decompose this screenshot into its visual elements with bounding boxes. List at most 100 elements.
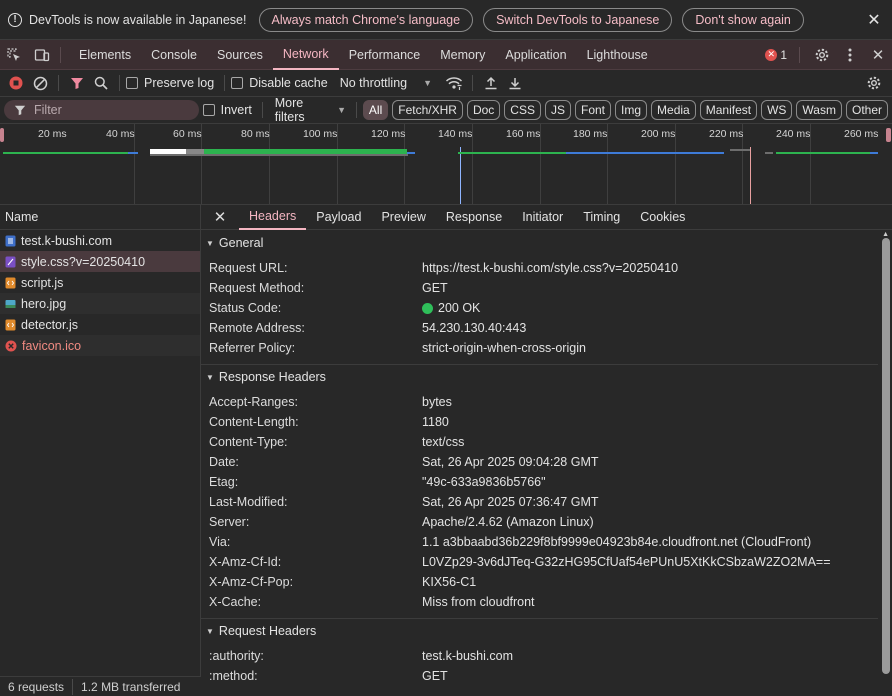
header-value: Sat, 26 Apr 2025 07:36:47 GMT [422, 495, 599, 509]
header-value: GET [422, 669, 448, 683]
type-filter-font[interactable]: Font [575, 100, 612, 120]
tab-performance[interactable]: Performance [339, 40, 431, 70]
header-row: Date: Sat, 26 Apr 2025 09:04:28 GMT [201, 452, 878, 472]
response-headers-section: ▼ Response Headers Accept-Ranges: bytes C… [201, 365, 878, 619]
section-title: Response Headers [218, 370, 326, 384]
toolbar-divider [224, 75, 226, 91]
more-options-icon[interactable] [836, 40, 864, 70]
scroll-up-arrow-icon[interactable]: ▲ [882, 231, 889, 238]
disable-cache-checkbox[interactable]: Disable cache [231, 76, 328, 90]
header-row: :authority: test.k-bushi.com [201, 646, 878, 666]
type-filter-wasm[interactable]: Wasm [796, 100, 842, 120]
tab-cookies[interactable]: Cookies [630, 204, 695, 230]
headers-content: ▼ General Request URL: https://test.k-bus… [201, 231, 878, 696]
request-row[interactable]: favicon.ico [0, 335, 200, 356]
type-filter-manifest[interactable]: Manifest [699, 100, 758, 120]
info-icon: ! [8, 12, 22, 27]
toolbar-divider [261, 102, 263, 118]
always-match-language-button[interactable]: Always match Chrome's language [258, 7, 474, 32]
tab-initiator[interactable]: Initiator [512, 204, 573, 230]
vertical-scrollbar-thumb[interactable] [882, 238, 890, 674]
header-value: https://test.k-bushi.com/style.css?v=202… [422, 261, 679, 275]
header-value: KIX56-C1 [422, 575, 477, 589]
error-count-badge[interactable]: ✕ 1 [765, 48, 787, 62]
close-icon[interactable]: ✕ [864, 10, 884, 30]
type-filter-media[interactable]: Media [651, 100, 696, 120]
type-filter-other[interactable]: Other [845, 100, 888, 120]
tab-preview[interactable]: Preview [371, 204, 435, 230]
type-filter-img[interactable]: Img [615, 100, 648, 120]
network-conditions-wifi-icon[interactable] [442, 70, 466, 96]
tab-network[interactable]: Network [272, 40, 339, 70]
general-section: ▼ General Request URL: https://test.k-bus… [201, 231, 878, 365]
tab-sources[interactable]: Sources [207, 40, 273, 70]
more-filters-dropdown[interactable]: More filters ▼ [275, 96, 346, 124]
tab-headers[interactable]: Headers [239, 204, 307, 230]
request-row[interactable]: style.css?v=20250410 [0, 251, 200, 272]
export-har-download-icon[interactable] [503, 70, 527, 96]
type-filter-doc[interactable]: Doc [466, 100, 501, 120]
tab-memory[interactable]: Memory [430, 40, 495, 70]
dropdown-arrow-icon: ▼ [337, 105, 347, 115]
close-devtools-icon[interactable]: ✕ [864, 40, 892, 70]
header-value: Miss from cloudfront [422, 595, 535, 609]
preserve-log-checkbox[interactable]: Preserve log [126, 76, 214, 90]
type-filter-fetch-xhr[interactable]: Fetch/XHR [392, 100, 463, 120]
device-toolbar-icon[interactable] [28, 40, 56, 70]
filter-funnel-icon[interactable] [65, 70, 89, 96]
tab-timing[interactable]: Timing [573, 204, 630, 230]
filter-input[interactable]: Filter [4, 100, 199, 120]
checkbox-box[interactable] [126, 77, 138, 89]
header-row: Content-Length: 1180 [201, 412, 878, 432]
tab-payload[interactable]: Payload [306, 204, 371, 230]
response-headers-toggle[interactable]: ▼ Response Headers [201, 365, 878, 389]
toolbar-divider [472, 75, 474, 91]
tab-lighthouse[interactable]: Lighthouse [577, 40, 658, 70]
record-stop-icon[interactable] [4, 70, 28, 96]
error-icon [5, 340, 17, 351]
header-key: X-Amz-Cf-Pop: [209, 575, 294, 589]
header-key: Status Code: [209, 301, 282, 315]
request-row[interactable]: hero.jpg [0, 293, 200, 314]
header-row: Etag: "49c-633a9836b5766" [201, 472, 878, 492]
name-column-header[interactable]: Name [0, 204, 200, 230]
header-value: 54.230.130.40:443 [422, 321, 527, 335]
header-value: Sat, 26 Apr 2025 09:04:28 GMT [422, 455, 599, 469]
import-har-upload-icon[interactable] [479, 70, 503, 96]
type-filter-all[interactable]: All [362, 100, 389, 120]
dont-show-again-button[interactable]: Don't show again [682, 7, 804, 32]
throttling-select[interactable]: No throttling ▼ [340, 76, 432, 90]
inspect-element-icon[interactable] [0, 40, 28, 70]
request-name: script.js [21, 275, 64, 290]
type-filter-js[interactable]: JS [544, 100, 571, 120]
header-row: Remote Address: 54.230.130.40:443 [201, 318, 878, 338]
tab-elements[interactable]: Elements [69, 40, 141, 70]
request-headers-toggle[interactable]: ▼ Request Headers [201, 619, 878, 643]
section-title: Request Headers [218, 624, 317, 638]
network-toolbar: Preserve log Disable cache No throttling… [0, 70, 892, 97]
network-overview-timeline[interactable]: 20 ms 40 ms 60 ms 80 ms 100 ms 120 ms 14… [0, 124, 892, 205]
type-filter-css[interactable]: CSS [504, 100, 541, 120]
invert-label: Invert [220, 103, 252, 117]
settings-gear-icon[interactable] [808, 40, 836, 70]
switch-to-japanese-button[interactable]: Switch DevTools to Japanese [483, 7, 673, 32]
search-icon[interactable] [89, 70, 113, 96]
checkbox-box[interactable] [202, 104, 215, 116]
request-row[interactable]: script.js [0, 272, 200, 293]
type-filter-ws[interactable]: WS [761, 100, 793, 120]
network-settings-gear-icon[interactable] [862, 70, 886, 96]
toolbar-divider [799, 46, 800, 63]
tab-console[interactable]: Console [141, 40, 207, 70]
request-row[interactable]: detector.js [0, 314, 200, 335]
tab-response[interactable]: Response [436, 204, 512, 230]
close-detail-icon[interactable]: ✕ [201, 208, 239, 226]
clear-icon[interactable] [28, 70, 52, 96]
general-section-toggle[interactable]: ▼ General [201, 231, 878, 255]
invert-checkbox[interactable]: Invert [202, 103, 252, 117]
tab-application[interactable]: Application [495, 40, 576, 70]
header-value: "49c-633a9836b5766" [422, 475, 546, 489]
checkbox-box[interactable] [231, 77, 244, 89]
expand-triangle-icon: ▼ [206, 626, 214, 636]
overview-left-handle [0, 128, 4, 142]
request-row[interactable]: test.k-bushi.com [0, 230, 200, 251]
